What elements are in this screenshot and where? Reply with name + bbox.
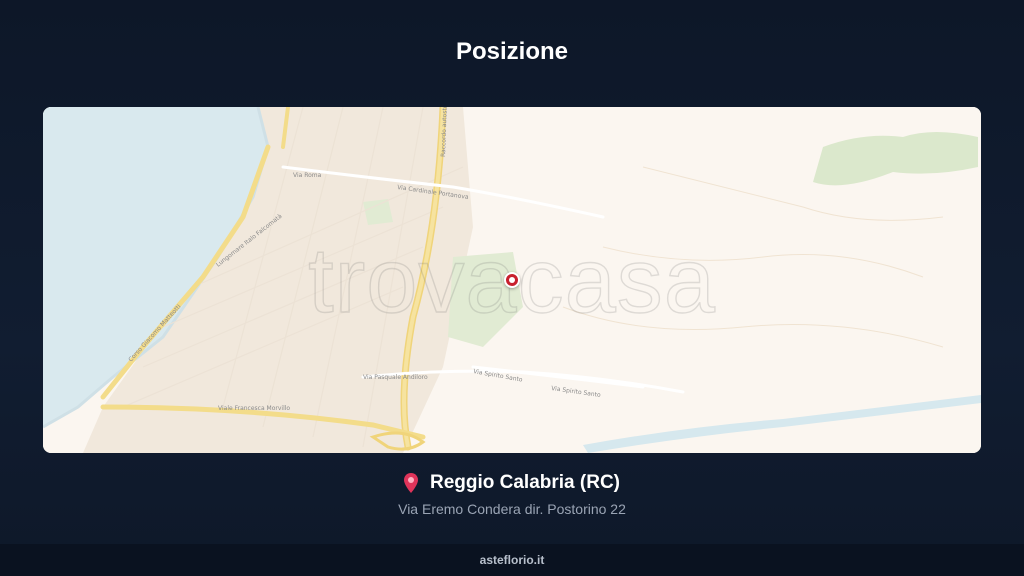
location-row: Reggio Calabria (RC) [0,472,1024,494]
footer-brand: asteflorio.it [479,553,545,567]
location-city: Reggio Calabria (RC) [429,472,621,493]
street-label: Via Roma [293,172,322,179]
street-label: Via Pasquale Andiloro [363,374,428,381]
footer: asteflorio.it [0,544,1024,576]
street-label: Viale Francesca Morvillo [218,405,290,412]
location-pin-marker[interactable] [504,272,520,288]
page-title: Posizione [455,38,569,65]
map-view[interactable]: Via Roma Via Cardinale Portanova Lungoma… [43,107,981,453]
map-pin-icon [403,473,418,493]
location-address: Via Eremo Condera dir. Postorino 22 [398,501,626,517]
